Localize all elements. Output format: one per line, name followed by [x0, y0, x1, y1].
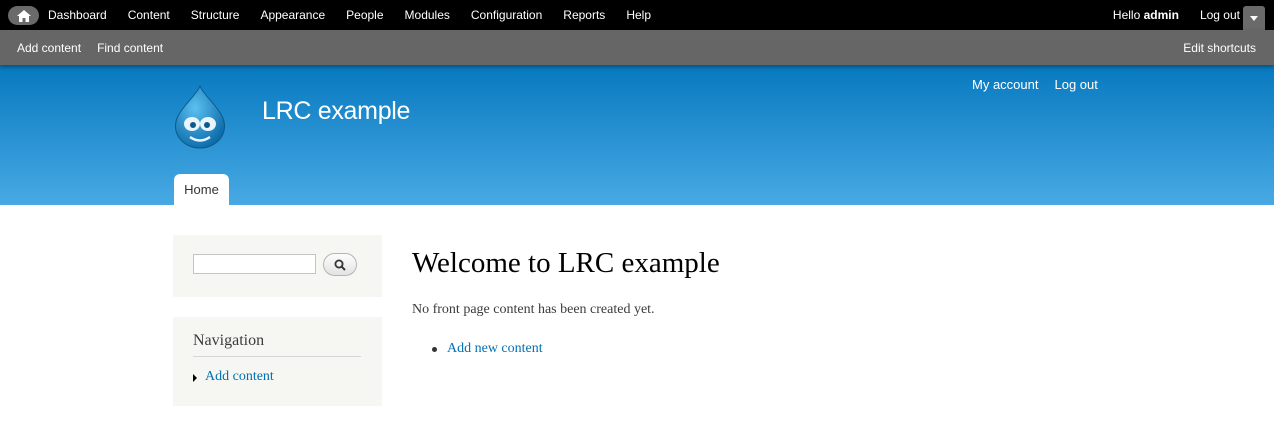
add-new-content-link[interactable]: Add new content: [447, 341, 543, 357]
toolbar-menu: Dashboard Content Structure Appearance P…: [48, 0, 672, 30]
username[interactable]: admin: [1144, 8, 1179, 22]
user-greeting: Hello admin: [1113, 8, 1179, 22]
shortcut-find-content[interactable]: Find content: [97, 41, 163, 55]
greeting-prefix: Hello: [1112, 8, 1141, 22]
toolbar-item-help[interactable]: Help: [626, 8, 651, 22]
site-name[interactable]: LRC example: [262, 97, 410, 126]
edit-shortcuts-link[interactable]: Edit shortcuts: [1183, 30, 1256, 65]
list-item[interactable]: Add new content: [432, 341, 543, 357]
search-icon: [334, 259, 346, 271]
header-logout-link[interactable]: Log out: [1054, 77, 1097, 92]
toolbar-user: Hello admin Log out: [1113, 0, 1240, 30]
site-header: LRC example My account Log out Home: [0, 65, 1274, 205]
home-icon: [16, 9, 31, 22]
site-logo[interactable]: [170, 84, 230, 152]
drupal-drop-icon: [175, 84, 225, 149]
toolbar-logout-link[interactable]: Log out: [1200, 8, 1240, 22]
toolbar-item-dashboard[interactable]: Dashboard: [48, 8, 107, 22]
empty-front-page-message: No front page content has been created y…: [412, 302, 655, 317]
home-button[interactable]: [8, 6, 39, 25]
toolbar-item-appearance[interactable]: Appearance: [260, 8, 325, 22]
nav-item-add-content[interactable]: Add content: [193, 369, 274, 385]
my-account-link[interactable]: My account: [972, 77, 1038, 92]
toolbar-item-modules[interactable]: Modules: [405, 8, 450, 22]
secondary-menu: My account Log out: [972, 77, 1114, 92]
toolbar-item-people[interactable]: People: [346, 8, 383, 22]
shortcut-add-content[interactable]: Add content: [17, 41, 81, 55]
shortcuts-bar: Add content Find content Edit shortcuts: [0, 30, 1274, 65]
navigation-title: Navigation: [193, 332, 361, 357]
toolbar-item-configuration[interactable]: Configuration: [471, 8, 542, 22]
chevron-down-icon: [1250, 15, 1258, 21]
collapsed-arrow-icon: [193, 373, 197, 382]
search-button[interactable]: [323, 253, 357, 276]
search-block: [173, 235, 382, 297]
page-title: Welcome to LRC example: [412, 247, 720, 279]
tab-home[interactable]: Home: [174, 174, 229, 205]
nav-item-label[interactable]: Add content: [205, 369, 274, 385]
search-input[interactable]: [193, 254, 316, 274]
shortcuts-toggle-button[interactable]: [1243, 6, 1265, 30]
navigation-block: Navigation Add content: [173, 317, 382, 406]
toolbar-item-content[interactable]: Content: [128, 8, 170, 22]
admin-toolbar: Dashboard Content Structure Appearance P…: [0, 0, 1274, 30]
toolbar-item-structure[interactable]: Structure: [191, 8, 240, 22]
toolbar-item-reports[interactable]: Reports: [563, 8, 605, 22]
bullet-icon: [432, 346, 437, 352]
